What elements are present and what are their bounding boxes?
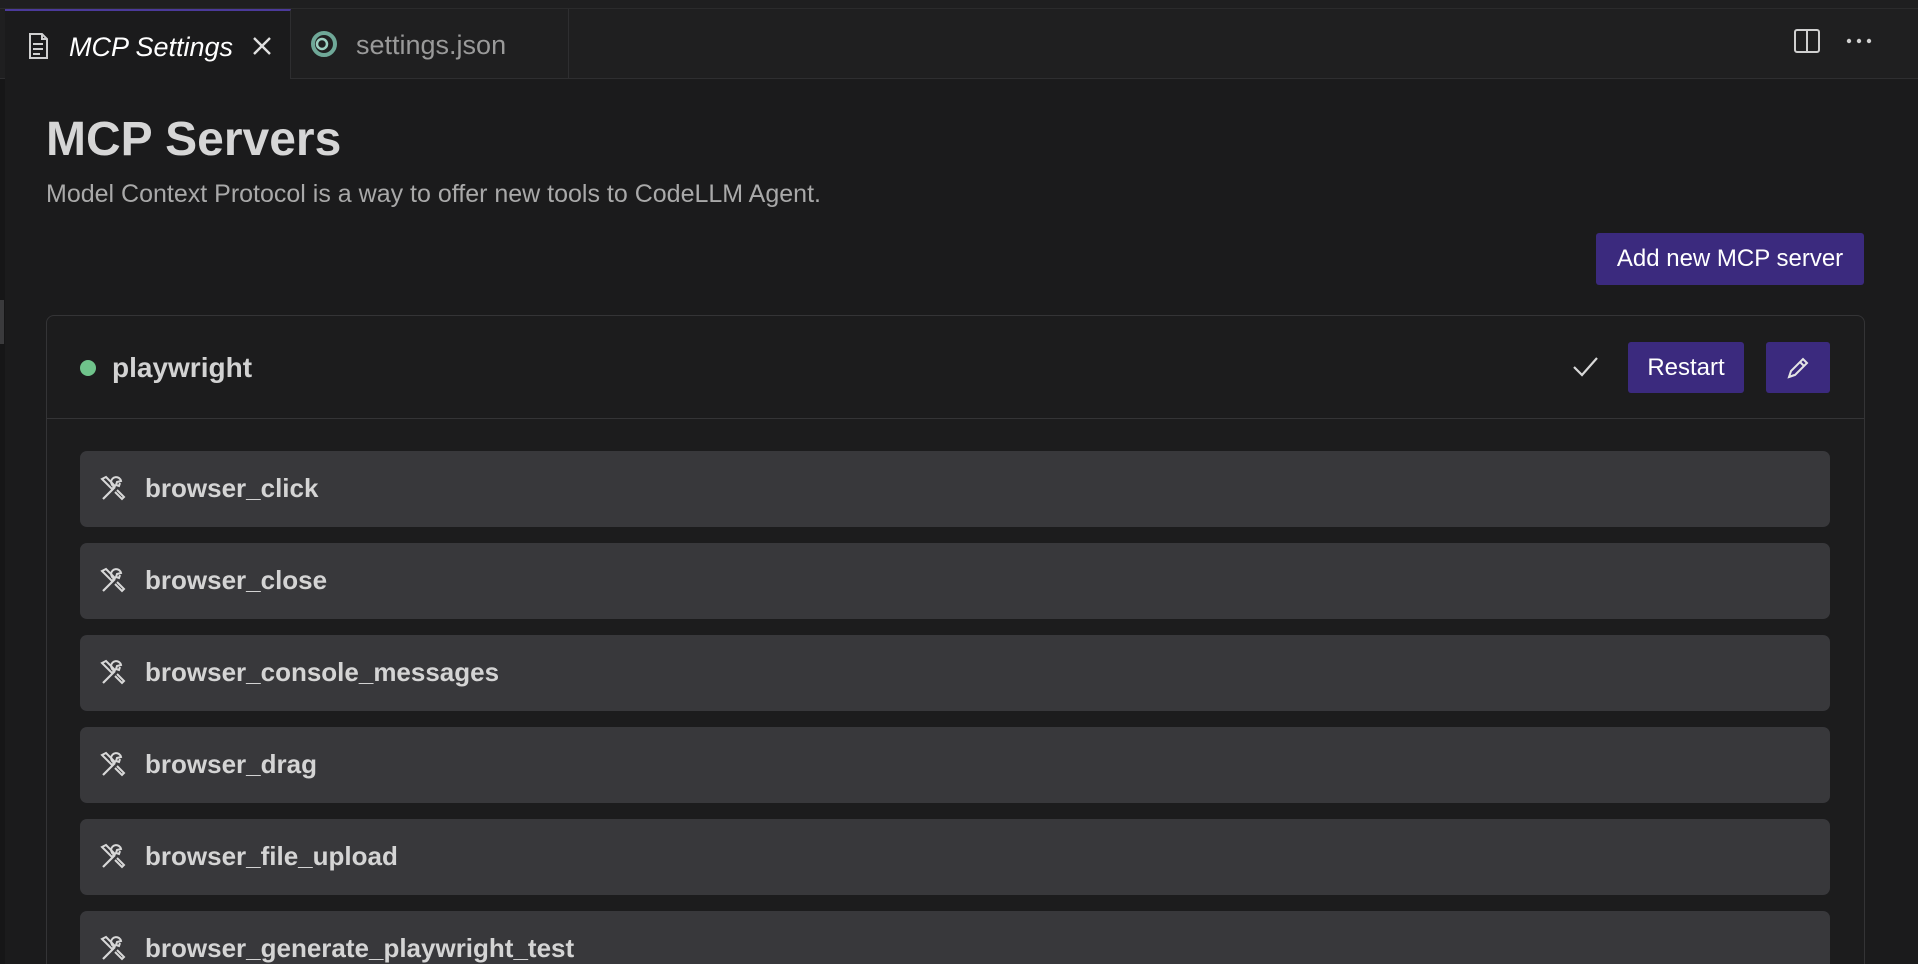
- edit-server-button[interactable]: [1766, 342, 1830, 393]
- editor-tab-bar: MCP Settings settings.json: [0, 9, 1918, 79]
- tools-icon: [100, 751, 126, 777]
- tool-item[interactable]: browser_drag: [80, 727, 1830, 803]
- tools-icon: [100, 659, 126, 685]
- close-icon[interactable]: [249, 33, 275, 59]
- codellm-logo-icon: [311, 31, 337, 57]
- window-top-border: [0, 0, 1918, 9]
- server-name: playwright: [112, 352, 253, 383]
- tool-name: browser_file_upload: [145, 841, 398, 871]
- split-editor-icon[interactable]: [1791, 25, 1823, 57]
- tool-item[interactable]: browser_file_upload: [80, 819, 1830, 895]
- server-card-playwright: playwright Restart browser_click browser…: [46, 315, 1865, 964]
- tool-item[interactable]: browser_console_messages: [80, 635, 1830, 711]
- add-mcp-server-button[interactable]: Add new MCP server: [1596, 233, 1864, 285]
- tool-name: browser_drag: [145, 749, 317, 779]
- tools-icon: [100, 935, 126, 961]
- tool-name: browser_click: [145, 473, 319, 503]
- tool-name: browser_console_messages: [145, 657, 500, 687]
- check-icon: [1573, 357, 1598, 377]
- tool-name: browser_generate_playwright_test: [145, 933, 575, 963]
- tab-label: MCP Settings: [69, 32, 234, 62]
- tools-icon: [100, 475, 126, 501]
- tab-label: settings.json: [356, 30, 507, 60]
- document-icon: [29, 33, 48, 59]
- left-panel-edge: [0, 79, 5, 964]
- page-title: MCP Servers: [46, 113, 342, 166]
- pencil-icon: [1787, 357, 1809, 379]
- tools-list: browser_click browser_close browser_cons…: [80, 451, 1830, 964]
- restart-button[interactable]: Restart: [1628, 342, 1744, 393]
- sash-handle[interactable]: [0, 300, 4, 344]
- tab-settings-json[interactable]: settings.json: [291, 9, 569, 79]
- page-subtitle: Model Context Protocol is a way to offer…: [46, 180, 821, 208]
- tool-item[interactable]: browser_click: [80, 451, 1830, 527]
- tools-icon: [100, 567, 126, 593]
- server-header: playwright Restart: [47, 316, 1864, 419]
- more-actions-icon[interactable]: [1843, 25, 1875, 57]
- tool-item[interactable]: browser_generate_playwright_test: [80, 911, 1830, 964]
- mcp-settings-editor: MCP Settings settings.json MCP Servers M…: [0, 0, 1918, 964]
- tool-item[interactable]: browser_close: [80, 543, 1830, 619]
- tab-mcp-settings[interactable]: MCP Settings: [5, 9, 291, 79]
- status-dot: [80, 360, 96, 376]
- tool-name: browser_close: [145, 565, 328, 595]
- tools-icon: [100, 843, 126, 869]
